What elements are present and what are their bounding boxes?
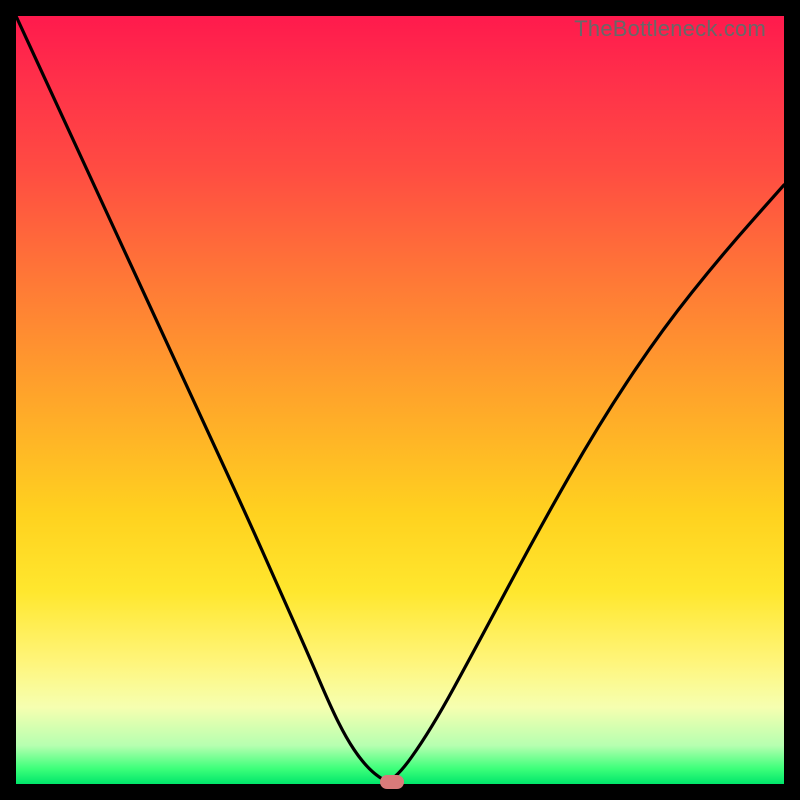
chart-frame: TheBottleneck.com [0, 0, 800, 800]
bottleneck-curve [16, 16, 784, 784]
minimum-marker [380, 775, 404, 789]
plot-area: TheBottleneck.com [16, 16, 784, 784]
